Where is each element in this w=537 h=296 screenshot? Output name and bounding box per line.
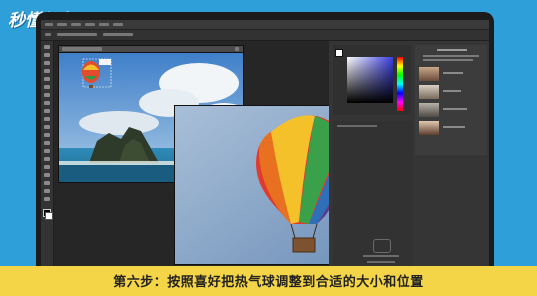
layers-panel[interactable] [333, 121, 413, 271]
app-logo-icon [45, 23, 53, 26]
close-icon[interactable] [235, 47, 239, 51]
hand-tool-icon[interactable] [44, 189, 50, 193]
panel-text [423, 55, 479, 57]
lasso-tool-icon[interactable] [44, 61, 50, 65]
item-label [443, 126, 465, 128]
history-brush-tool-icon[interactable] [44, 117, 50, 121]
document-workspace [54, 41, 401, 275]
document-tab-label [62, 47, 102, 51]
cloud-libraries-icon[interactable] [373, 239, 391, 253]
eraser-tool-icon[interactable] [44, 125, 50, 129]
menu-bar[interactable] [41, 20, 489, 30]
thumbnail [419, 67, 439, 81]
thumbnail [419, 121, 439, 135]
learn-panel [415, 45, 487, 155]
gradient-tool-icon[interactable] [44, 133, 50, 137]
thumbnail [419, 103, 439, 117]
step-caption: 第六步：按照喜好把热气球调整到合适的大小和位置 [113, 275, 424, 290]
blur-tool-icon[interactable] [44, 141, 50, 145]
options-bar[interactable] [41, 30, 489, 41]
panel-text [423, 59, 473, 61]
marquee-tool-icon[interactable] [44, 53, 50, 57]
stamp-tool-icon[interactable] [44, 109, 50, 113]
monitor-frame [36, 12, 494, 282]
panel-text [367, 261, 395, 263]
zoom-tool-icon[interactable] [44, 197, 50, 201]
color-field[interactable] [347, 57, 393, 103]
item-label [443, 108, 467, 110]
panel-heading [437, 49, 467, 51]
document-tab[interactable] [59, 46, 243, 53]
thumbnail [419, 85, 439, 99]
background-color-swatch[interactable] [45, 212, 53, 220]
learn-item[interactable] [419, 121, 483, 135]
type-tool-icon[interactable] [44, 165, 50, 169]
foreground-swatch[interactable] [335, 49, 343, 57]
tools-panel [41, 41, 54, 275]
dodge-tool-icon[interactable] [44, 149, 50, 153]
eyedropper-tool-icon[interactable] [44, 85, 50, 89]
crop-tool-icon[interactable] [44, 77, 50, 81]
healing-tool-icon[interactable] [44, 93, 50, 97]
tool-options[interactable] [57, 33, 97, 36]
quick-select-tool-icon[interactable] [44, 69, 50, 73]
tool-options[interactable] [103, 33, 133, 36]
move-tool-icon[interactable] [45, 33, 51, 36]
color-picker-panel[interactable] [333, 45, 411, 115]
menu-item[interactable] [71, 23, 81, 26]
layers-header [337, 125, 377, 127]
brush-tool-icon[interactable] [44, 101, 50, 105]
menu-item[interactable] [85, 23, 95, 26]
item-label [443, 90, 461, 92]
move-tool-icon[interactable] [44, 45, 50, 49]
learn-item[interactable] [419, 103, 483, 117]
menu-item[interactable] [57, 23, 67, 26]
shape-tool-icon[interactable] [44, 181, 50, 185]
right-panels [329, 41, 489, 275]
photoshop-screen [41, 20, 489, 275]
pen-tool-icon[interactable] [44, 157, 50, 161]
hue-slider[interactable] [397, 57, 403, 111]
item-label [443, 72, 463, 74]
learn-item[interactable] [419, 85, 483, 99]
learn-item[interactable] [419, 67, 483, 81]
menu-item[interactable] [113, 23, 123, 26]
path-select-tool-icon[interactable] [44, 173, 50, 177]
menu-item[interactable] [99, 23, 109, 26]
panel-text [363, 255, 399, 257]
